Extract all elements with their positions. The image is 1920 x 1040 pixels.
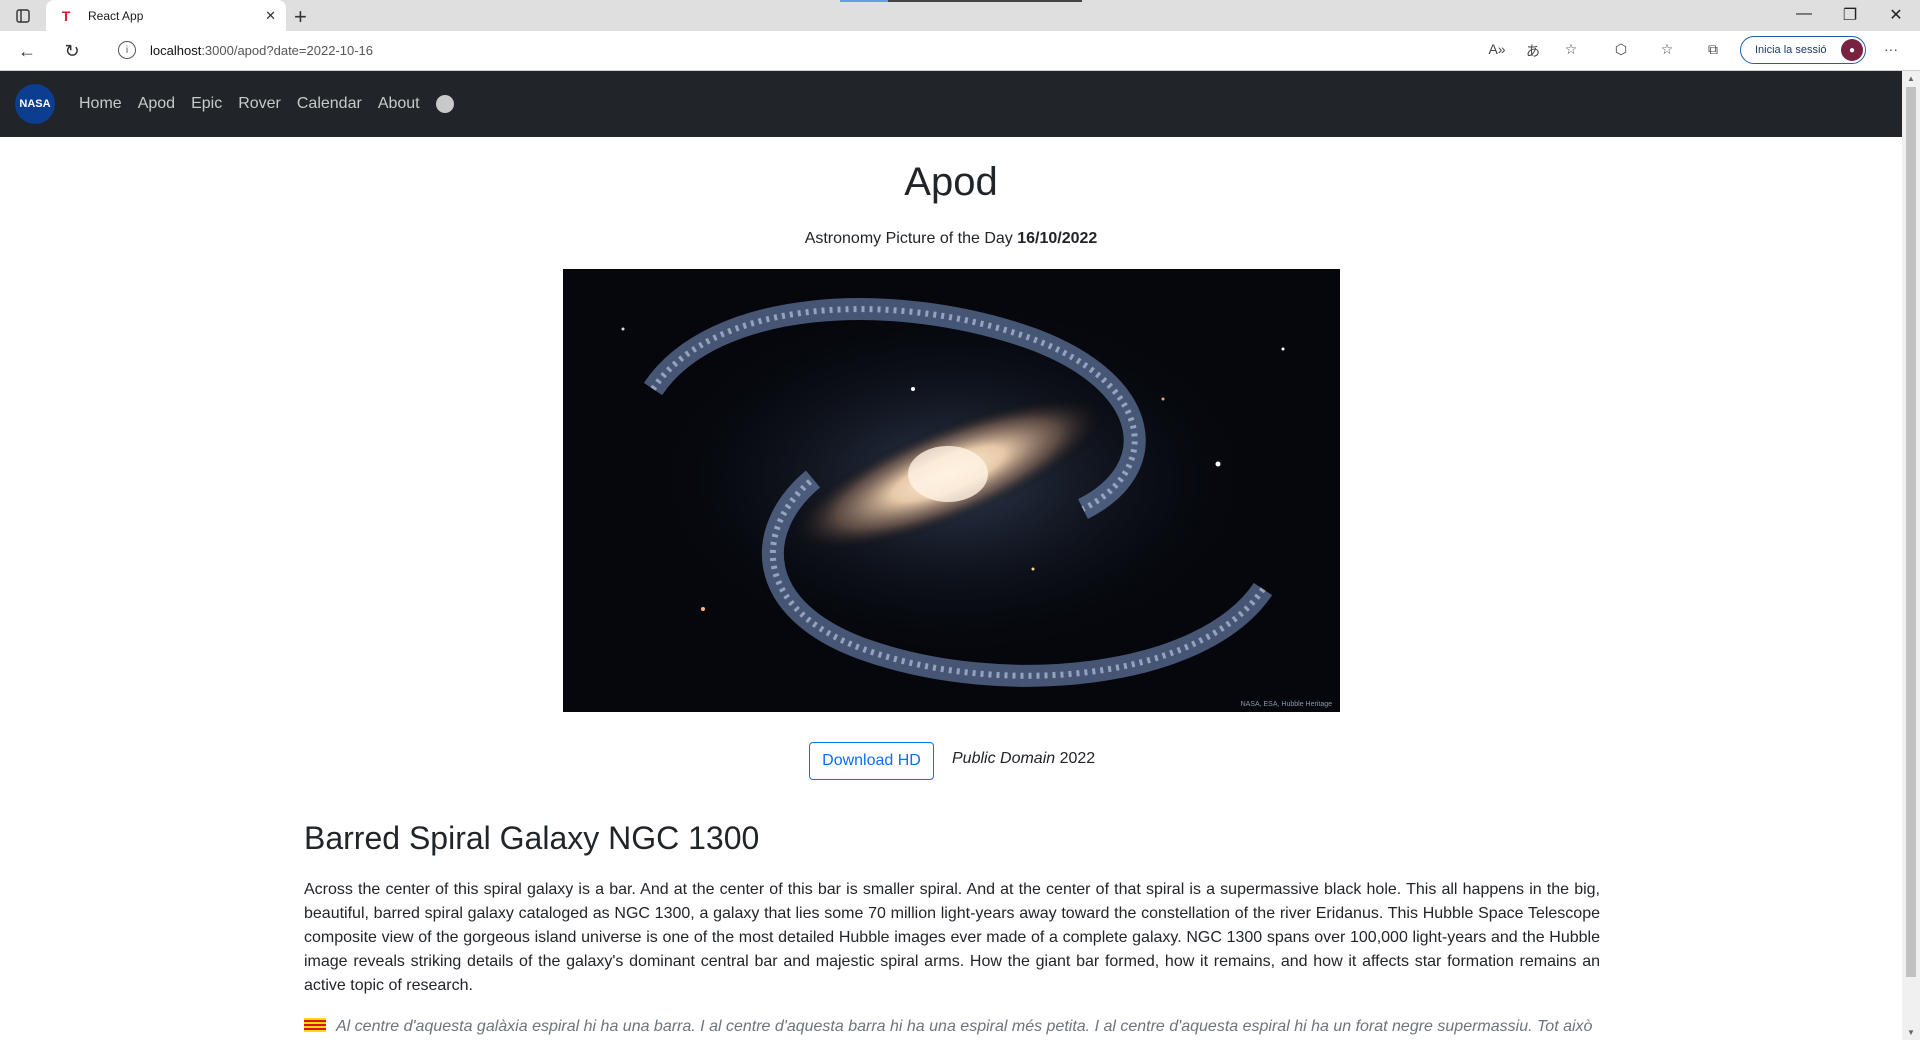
browser-tab[interactable]: T React App ✕ [46,0,286,31]
app-navbar: NASA Home Apod Epic Rover Calendar About [0,71,1902,137]
galaxy-image [563,269,1340,712]
collections-icon[interactable]: ⧉ [1702,41,1724,58]
nav-home[interactable]: Home [71,95,130,113]
nasa-logo[interactable]: NASA [15,84,55,124]
copyright: Public Domain 2022 [952,750,1096,767]
loading-indicator-track [888,0,1082,2]
translate-icon[interactable]: あ [1522,41,1544,61]
tesla-favicon-icon: T [61,7,71,24]
reload-icon[interactable]: ↻ [60,39,84,63]
restore-icon[interactable]: ❐ [1830,5,1870,25]
tab-title: React App [88,8,144,23]
explanation-text: Across the center of this spiral galaxy … [304,881,1600,994]
extensions-icon[interactable]: ⬡ [1610,41,1632,58]
close-tab-icon[interactable]: ✕ [265,8,276,24]
address-bar: ← ↻ i localhost:3000/apod?date=2022-10-1… [0,31,1920,71]
scroll-up-icon[interactable]: ▲ [1907,74,1915,83]
read-aloud-icon[interactable]: A» [1486,41,1508,57]
site-info-icon[interactable]: i [118,41,136,59]
apod-date: 16/10/2022 [1017,230,1098,247]
back-icon[interactable]: ← [15,39,39,63]
article-title: Barred Spiral Galaxy NGC 1300 [304,820,760,856]
url-field[interactable]: i localhost:3000/apod?date=2022-10-16 [104,36,1484,64]
page-title: Apod [904,160,998,204]
more-menu-icon[interactable]: ··· [1880,41,1902,57]
translation-text: Al centre d'aquesta galàxia espiral hi h… [304,1015,1600,1039]
apod-subtitle: Astronomy Picture of the Day 16/10/2022 [804,230,1098,247]
image-credit: NASA, ESA, Hubble Heritage [1240,701,1332,708]
nav-calendar[interactable]: Calendar [289,95,370,113]
close-window-icon[interactable]: ✕ [1876,5,1916,25]
scrollbar-thumb[interactable] [1906,87,1916,977]
apod-image[interactable]: NASA, ESA, Hubble Heritage [563,269,1340,712]
github-icon[interactable] [435,95,454,113]
download-hd-button[interactable]: Download HD [809,742,934,780]
nav-apod[interactable]: Apod [130,95,183,113]
nav-epic[interactable]: Epic [183,95,230,113]
tab-actions-icon[interactable] [12,6,34,26]
favorite-add-icon[interactable]: ☆ [1560,41,1582,58]
loading-indicator [840,0,888,2]
nav-rover[interactable]: Rover [230,95,289,113]
nav-links: Home Apod Epic Rover Calendar About [71,95,428,113]
new-tab-icon[interactable]: + [294,4,307,30]
nav-about[interactable]: About [370,95,428,113]
signin-button[interactable]: Inicia la sessió ● [1740,36,1866,64]
minimize-icon[interactable]: — [1784,5,1824,23]
favorites-icon[interactable]: ☆ [1656,41,1678,58]
url-text: localhost:3000/apod?date=2022-10-16 [150,42,373,58]
browser-tab-strip: T React App ✕ + — ❐ ✕ [0,0,1920,31]
page-scrollbar[interactable]: ▲ ▼ [1902,71,1920,1040]
catalan-flag-icon [304,1018,326,1032]
scroll-down-icon[interactable]: ▼ [1907,1028,1915,1037]
avatar: ● [1841,39,1863,61]
